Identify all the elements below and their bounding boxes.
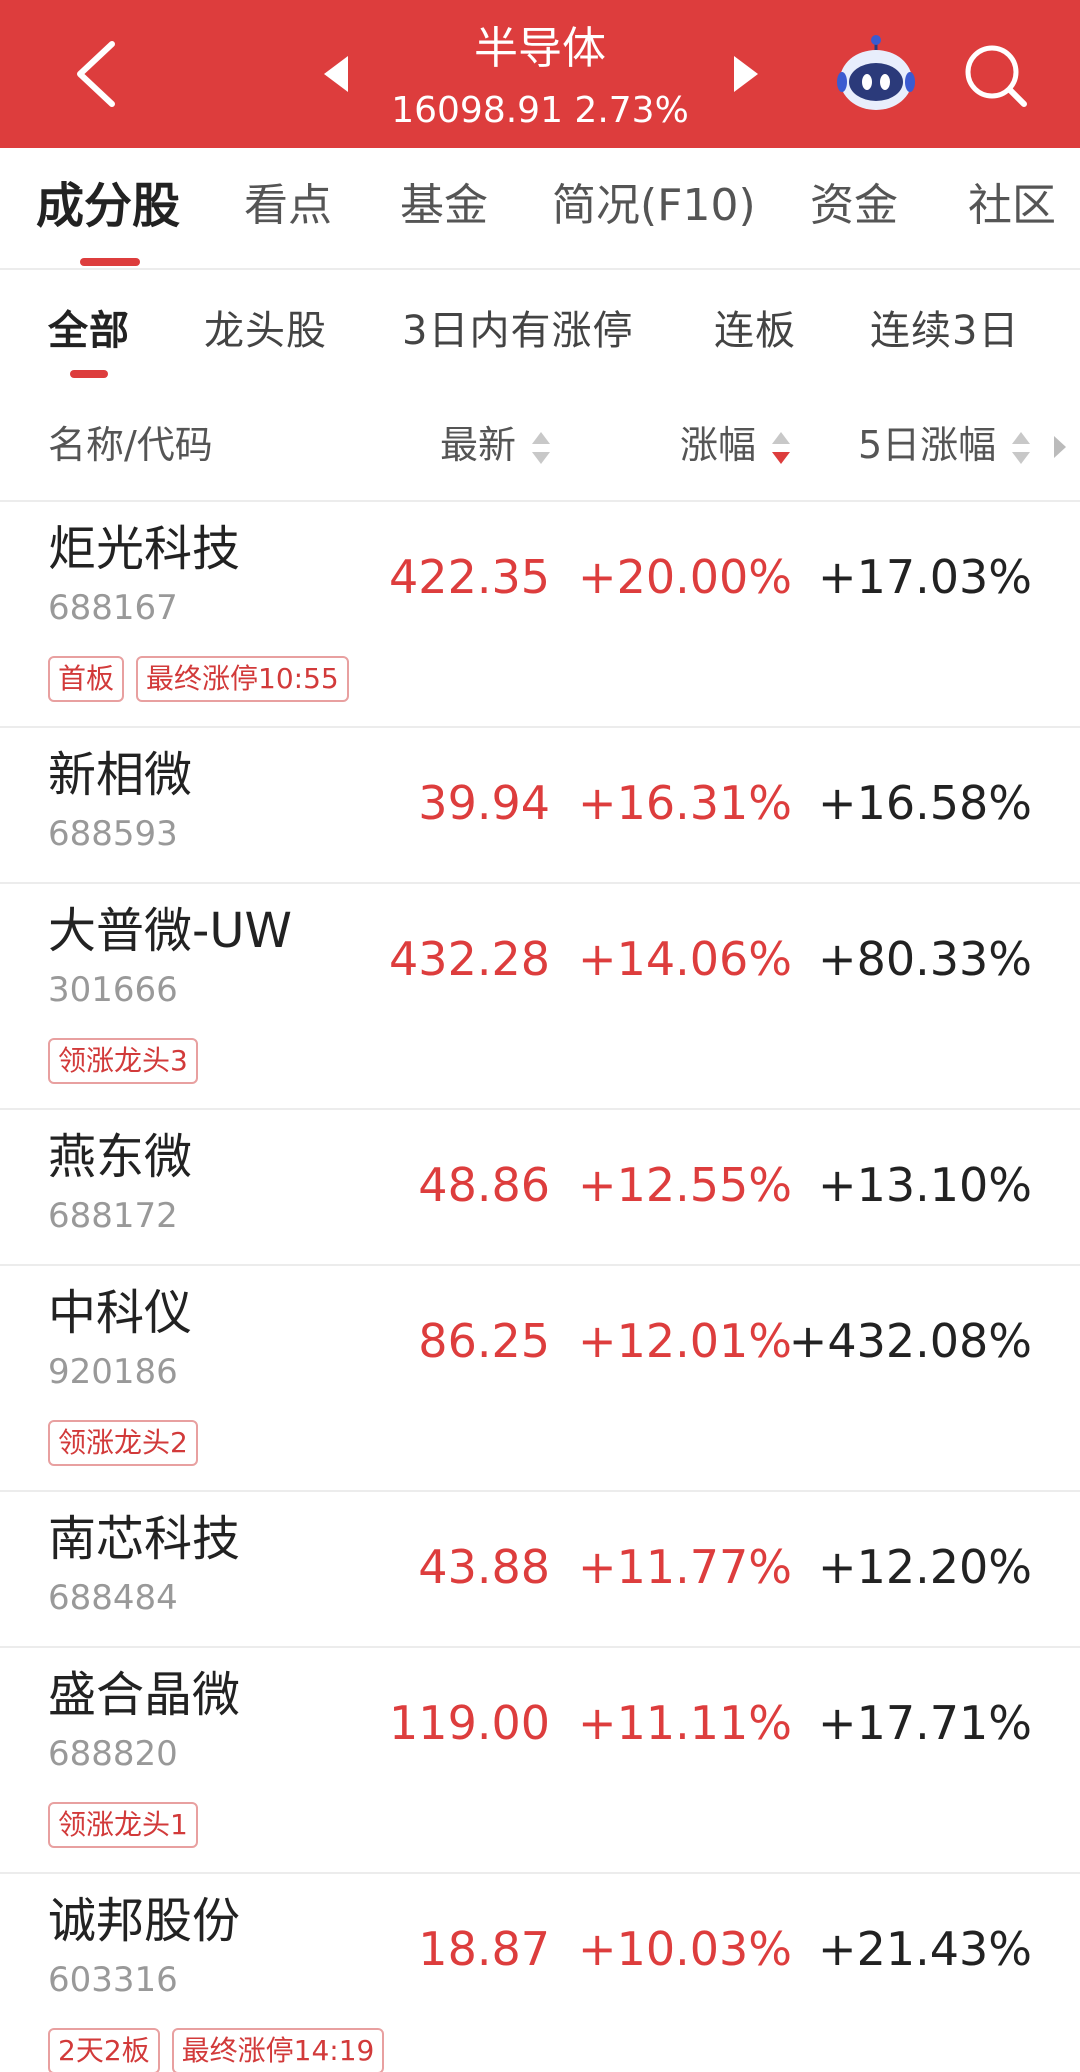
stock-code: 688820 <box>48 1734 178 1774</box>
table-row[interactable]: 炬光科技 688167 422.35 +20.00% +17.03% 首板 最终… <box>0 502 1080 728</box>
sector-quote: 16098.91 2.73% <box>391 90 689 131</box>
stock-name: 中科仪 <box>48 1285 193 1341</box>
column-change[interactable]: 涨幅 <box>680 420 756 470</box>
filter-all[interactable]: 全部 <box>48 304 130 358</box>
active-tab-indicator <box>80 258 140 266</box>
stock-change: +11.77% <box>578 1540 792 1594</box>
search-icon <box>965 45 1027 107</box>
stock-tags: 领涨龙头2 <box>48 1420 198 1468</box>
stock-code: 301666 <box>48 970 178 1010</box>
stock-tags: 领涨龙头3 <box>48 1038 198 1086</box>
stock-change: +12.01% <box>578 1314 792 1368</box>
stock-price: 432.28 <box>389 932 550 986</box>
stock-code: 920186 <box>48 1352 178 1392</box>
stock-change: +20.00% <box>578 550 792 604</box>
stock-tag: 最终涨停10:55 <box>136 656 349 702</box>
stock-name: 诚邦股份 <box>48 1893 241 1949</box>
stock-five-day-change: +432.08% <box>788 1314 1032 1368</box>
more-columns-icon[interactable] <box>1050 432 1070 462</box>
filter-limit-up-3d[interactable]: 3日内有涨停 <box>402 304 633 358</box>
tab-profile-f10[interactable]: 简况(F10) <box>552 176 756 236</box>
table-row[interactable]: 诚邦股份 603316 18.87 +10.03% +21.43% 2天2板 最… <box>0 1874 1080 2072</box>
stock-tags: 首板 最终涨停10:55 <box>48 656 349 704</box>
stock-code: 688593 <box>48 814 178 854</box>
next-sector-button[interactable] <box>726 52 766 96</box>
stock-code: 688172 <box>48 1196 178 1236</box>
top-header: 半导体 16098.91 2.73% <box>0 0 1080 148</box>
stock-price: 43.88 <box>418 1540 550 1594</box>
stock-change: +14.06% <box>578 932 792 986</box>
stock-price: 119.00 <box>389 1696 550 1750</box>
stock-name: 炬光科技 <box>48 521 241 577</box>
main-tab-bar: 成分股 看点 基金 简况(F10) 资金 社区 <box>0 148 1080 270</box>
table-row[interactable]: 盛合晶微 688820 119.00 +11.11% +17.71% 领涨龙头1 <box>0 1648 1080 1874</box>
stock-name: 盛合晶微 <box>48 1667 241 1723</box>
stock-tag: 最终涨停14:19 <box>171 2028 385 2072</box>
search-button[interactable] <box>960 40 1030 110</box>
stock-price: 422.35 <box>389 550 550 604</box>
stock-name: 新相微 <box>48 747 193 803</box>
robot-icon <box>837 35 915 110</box>
filter-tab-bar: 全部 龙头股 3日内有涨停 连板 连续3日 <box>0 272 1080 388</box>
stock-code: 688167 <box>48 588 178 628</box>
tab-funds[interactable]: 基金 <box>400 176 488 236</box>
stock-tag: 首板 <box>48 656 125 702</box>
stock-tag: 2天2板 <box>48 2028 160 2072</box>
stock-name: 南芯科技 <box>48 1511 241 1567</box>
stock-five-day-change: +80.33% <box>818 932 1032 986</box>
stock-price: 48.86 <box>418 1158 550 1212</box>
stock-price: 39.94 <box>418 776 550 830</box>
filter-leaders[interactable]: 龙头股 <box>204 304 327 358</box>
triangle-right-icon <box>734 56 758 92</box>
tab-constituents[interactable]: 成分股 <box>36 176 180 236</box>
stock-tag: 领涨龙头3 <box>48 1038 198 1084</box>
filter-consecutive-3d[interactable]: 连续3日 <box>870 304 1019 358</box>
ai-assistant-button[interactable] <box>836 34 916 116</box>
stock-five-day-change: +17.71% <box>818 1696 1032 1750</box>
stock-change: +16.31% <box>578 776 792 830</box>
table-row[interactable]: 新相微 688593 39.94 +16.31% +16.58% <box>0 728 1080 884</box>
stock-code: 603316 <box>48 1960 178 2000</box>
table-row[interactable]: 大普微-UW 301666 432.28 +14.06% +80.33% 领涨龙… <box>0 884 1080 1110</box>
tab-community[interactable]: 社区 <box>968 176 1056 236</box>
stock-five-day-change: +17.03% <box>818 550 1032 604</box>
stock-five-day-change: +12.20% <box>818 1540 1032 1594</box>
stock-tag: 领涨龙头1 <box>48 1802 198 1848</box>
column-name-code: 名称/代码 <box>48 423 213 467</box>
active-filter-indicator <box>70 370 108 378</box>
tab-capital[interactable]: 资金 <box>810 176 898 236</box>
sort-icon[interactable] <box>530 428 552 468</box>
stock-code: 688484 <box>48 1578 178 1618</box>
sort-descending-icon[interactable] <box>770 428 792 468</box>
table-row[interactable]: 中科仪 920186 86.25 +12.01% +432.08% 领涨龙头2 <box>0 1266 1080 1492</box>
column-five-day-change[interactable]: 5日涨幅 <box>858 420 996 470</box>
column-latest[interactable]: 最新 <box>440 420 516 470</box>
table-row[interactable]: 燕东微 688172 48.86 +12.55% +13.10% <box>0 1110 1080 1266</box>
stock-name: 燕东微 <box>48 1129 193 1185</box>
stock-change: +12.55% <box>578 1158 792 1212</box>
stock-change: +11.11% <box>578 1696 792 1750</box>
sort-icon[interactable] <box>1010 428 1032 468</box>
stock-five-day-change: +21.43% <box>818 1922 1032 1976</box>
stock-tags: 2天2板 最终涨停14:19 <box>48 2028 385 2072</box>
stock-change: +10.03% <box>578 1922 792 1976</box>
stock-tag: 领涨龙头2 <box>48 1420 198 1466</box>
stock-price: 18.87 <box>418 1922 550 1976</box>
table-header: 名称/代码 最新 涨幅 5日涨幅 <box>0 388 1080 502</box>
tab-highlights[interactable]: 看点 <box>244 176 332 236</box>
stock-five-day-change: +16.58% <box>818 776 1032 830</box>
stock-name: 大普微-UW <box>48 903 292 959</box>
sector-title: 半导体 <box>474 23 606 74</box>
stock-tags: 领涨龙头1 <box>48 1802 198 1850</box>
table-row[interactable]: 南芯科技 688484 43.88 +11.77% +12.20% <box>0 1492 1080 1648</box>
stock-price: 86.25 <box>418 1314 550 1368</box>
filter-consecutive-limit[interactable]: 连板 <box>714 304 796 358</box>
stock-five-day-change: +13.10% <box>818 1158 1032 1212</box>
